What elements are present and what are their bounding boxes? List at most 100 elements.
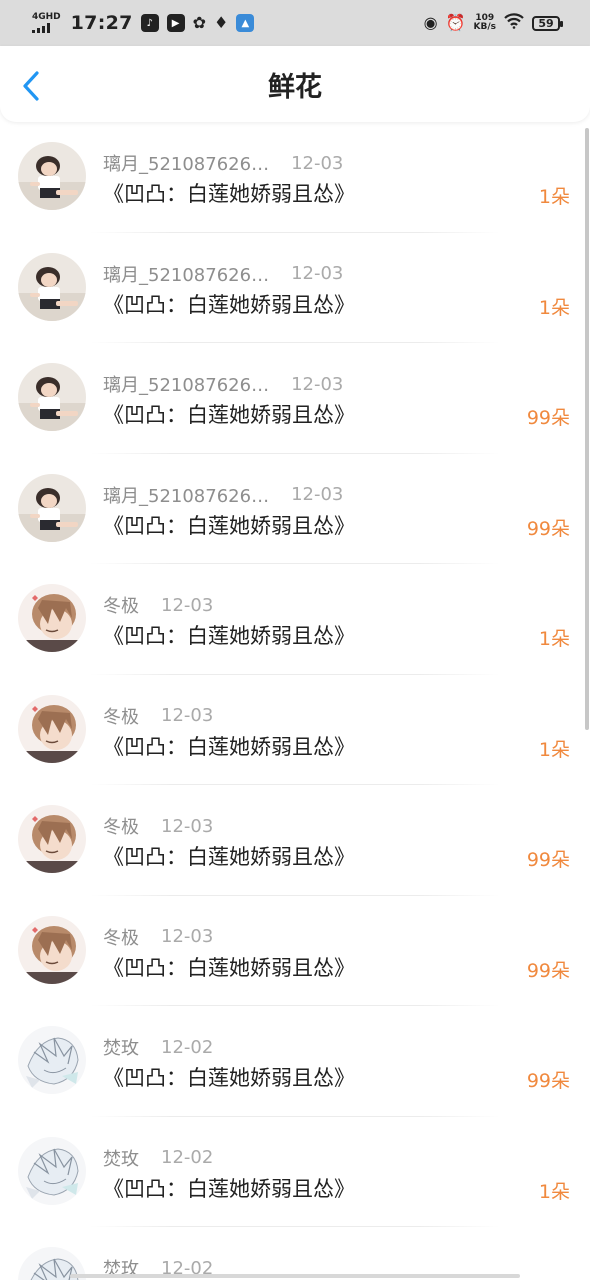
username: 冬极 — [103, 817, 139, 838]
back-button[interactable] — [18, 70, 48, 102]
flower-count: 1朵 — [538, 738, 570, 761]
username: 璃月_521087626… — [103, 485, 270, 507]
avatar[interactable] — [18, 584, 86, 652]
status-bar-right: ◉ ⏰ 109 KB/s 59 — [423, 13, 563, 33]
network-speed: 109 KB/s — [474, 14, 496, 32]
status-bar-left: 4GHD 17:27 ♪ ▶ ✿ ♦ ▲ — [32, 12, 255, 34]
flower-count: 1朵 — [538, 1180, 570, 1203]
video-icon: ▶ — [166, 14, 185, 32]
book-title: 《凹凸：白莲她娇弱且怂》 — [103, 292, 355, 317]
username: 焚玫 — [103, 1148, 139, 1170]
row-meta: 璃月_521087626… 12-03 — [103, 150, 343, 176]
flower-count: 99朵 — [526, 407, 570, 429]
avatar[interactable] — [18, 142, 86, 210]
network-type: 4GHD — [32, 12, 61, 22]
flower-count: 99朵 — [526, 517, 570, 540]
sketch-avatar — [18, 1137, 86, 1205]
flower-count: 1朵 — [538, 628, 570, 650]
date: 12-03 — [291, 484, 344, 505]
list-item[interactable]: 璃月_521087626… 12-03 《凹凸：白莲她娇弱且怂》 99朵 — [0, 454, 590, 565]
flower-count: 99朵 — [526, 849, 570, 871]
avatar[interactable] — [18, 363, 86, 431]
date: 12-03 — [291, 263, 344, 284]
date: 12-03 — [161, 815, 214, 837]
list-item[interactable]: 璃月_521087626… 12-03 《凹凸：白莲她娇弱且怂》 1朵 — [0, 233, 590, 344]
anime-boy-avatar — [18, 695, 86, 763]
flower-count: 99朵 — [526, 959, 570, 982]
row-meta: 焚玫 12-02 — [103, 1145, 213, 1171]
girl-photo-avatar — [18, 474, 86, 542]
page-title: 鲜花 — [268, 71, 322, 103]
scrollbar-thumb[interactable] — [585, 128, 589, 730]
list-item[interactable]: 冬极 12-03 《凹凸：白莲她娇弱且怂》 1朵 — [0, 564, 590, 675]
avatar[interactable] — [18, 916, 86, 984]
tiktok-icon: ♪ — [140, 14, 159, 32]
battery-icon: 59 — [532, 15, 563, 31]
clock: 17:27 — [70, 12, 133, 34]
username: 璃月_521087626… — [103, 264, 270, 286]
book-title: 《凹凸：白莲她娇弱且怂》 — [103, 182, 355, 206]
book-title: 《凹凸：白莲她娇弱且怂》 — [103, 845, 355, 869]
book-title: 《凹凸：白莲她娇弱且怂》 — [103, 513, 355, 538]
avatar[interactable] — [18, 253, 86, 321]
list-item[interactable]: 冬极 12-03 《凹凸：白莲她娇弱且怂》 1朵 — [0, 675, 590, 786]
username: 焚玫 — [103, 1038, 139, 1059]
book-title: 《凹凸：白莲她娇弱且怂》 — [103, 403, 355, 427]
row-meta: 冬极 12-03 — [103, 592, 213, 618]
flower-count: 99朵 — [526, 1070, 570, 1092]
date: 12-03 — [161, 594, 214, 616]
book-title: 《凹凸：白莲她娇弱且怂》 — [103, 734, 355, 759]
signal-icon — [32, 23, 50, 33]
avatar[interactable] — [18, 695, 86, 763]
row-meta: 璃月_521087626… 12-03 — [103, 261, 343, 287]
list-item[interactable]: 焚玫 12-02 — [0, 1227, 590, 1280]
wechat-icon: ✿ — [192, 13, 207, 32]
anime-boy-avatar — [18, 584, 86, 652]
status-bar: 4GHD 17:27 ♪ ▶ ✿ ♦ ▲ ◉ ⏰ 109 KB/s 59 — [0, 0, 590, 46]
book-title: 《凹凸：白莲她娇弱且怂》 — [103, 1066, 355, 1090]
anime-boy-avatar — [18, 916, 86, 984]
date: 12-02 — [161, 1147, 214, 1168]
nav-header: 鲜花 — [0, 46, 590, 122]
book-title: 《凹凸：白莲她娇弱且怂》 — [103, 1176, 355, 1201]
row-meta: 璃月_521087626… 12-03 — [103, 371, 343, 397]
wifi-icon — [504, 13, 524, 33]
username: 冬极 — [103, 927, 139, 949]
pin-icon: ♦ — [214, 13, 229, 32]
date: 12-02 — [161, 1036, 214, 1058]
girl-photo-avatar — [18, 363, 86, 431]
list-item[interactable]: 璃月_521087626… 12-03 《凹凸：白莲她娇弱且怂》 99朵 — [0, 343, 590, 454]
row-meta: 冬极 12-03 — [103, 813, 213, 839]
girl-photo-avatar — [18, 253, 86, 321]
chevron-left-icon — [23, 71, 39, 101]
list-item[interactable]: 焚玫 12-02 《凹凸：白莲她娇弱且怂》 1朵 — [0, 1117, 590, 1228]
avatar[interactable] — [18, 1137, 86, 1205]
avatar[interactable] — [18, 805, 86, 873]
date: 12-03 — [291, 152, 344, 174]
map-app-icon: ▲ — [236, 14, 255, 32]
row-meta: 焚玫 12-02 — [103, 1034, 213, 1060]
username: 冬极 — [103, 706, 139, 728]
date: 12-03 — [291, 373, 344, 395]
avatar[interactable] — [18, 474, 86, 542]
location-icon: ◉ — [423, 13, 438, 32]
date: 12-03 — [161, 926, 214, 947]
avatar[interactable] — [18, 1026, 86, 1094]
list-item[interactable]: 璃月_521087626… 12-03 《凹凸：白莲她娇弱且怂》 1朵 — [0, 122, 590, 233]
row-meta: 璃月_521087626… 12-03 — [103, 482, 343, 508]
home-indicator — [70, 1274, 520, 1278]
date: 12-03 — [161, 705, 214, 726]
list-item[interactable]: 冬极 12-03 《凹凸：白莲她娇弱且怂》 99朵 — [0, 785, 590, 896]
alarm-icon: ⏰ — [445, 13, 466, 32]
network-indicator: 4GHD — [32, 13, 61, 33]
girl-photo-avatar — [18, 142, 86, 210]
username: 冬极 — [103, 596, 139, 617]
flower-record-list[interactable]: 璃月_521087626… 12-03 《凹凸：白莲她娇弱且怂》 1朵 璃月_52108… — [0, 122, 590, 1280]
anime-boy-avatar — [18, 805, 86, 873]
battery-level: 59 — [538, 16, 554, 30]
list-item[interactable]: 焚玫 12-02 《凹凸：白莲她娇弱且怂》 99朵 — [0, 1006, 590, 1117]
flower-count: 1朵 — [538, 296, 570, 319]
username: 璃月_521087626… — [103, 154, 270, 175]
row-meta: 冬极 12-03 — [103, 924, 213, 950]
list-item[interactable]: 冬极 12-03 《凹凸：白莲她娇弱且怂》 99朵 — [0, 896, 590, 1007]
